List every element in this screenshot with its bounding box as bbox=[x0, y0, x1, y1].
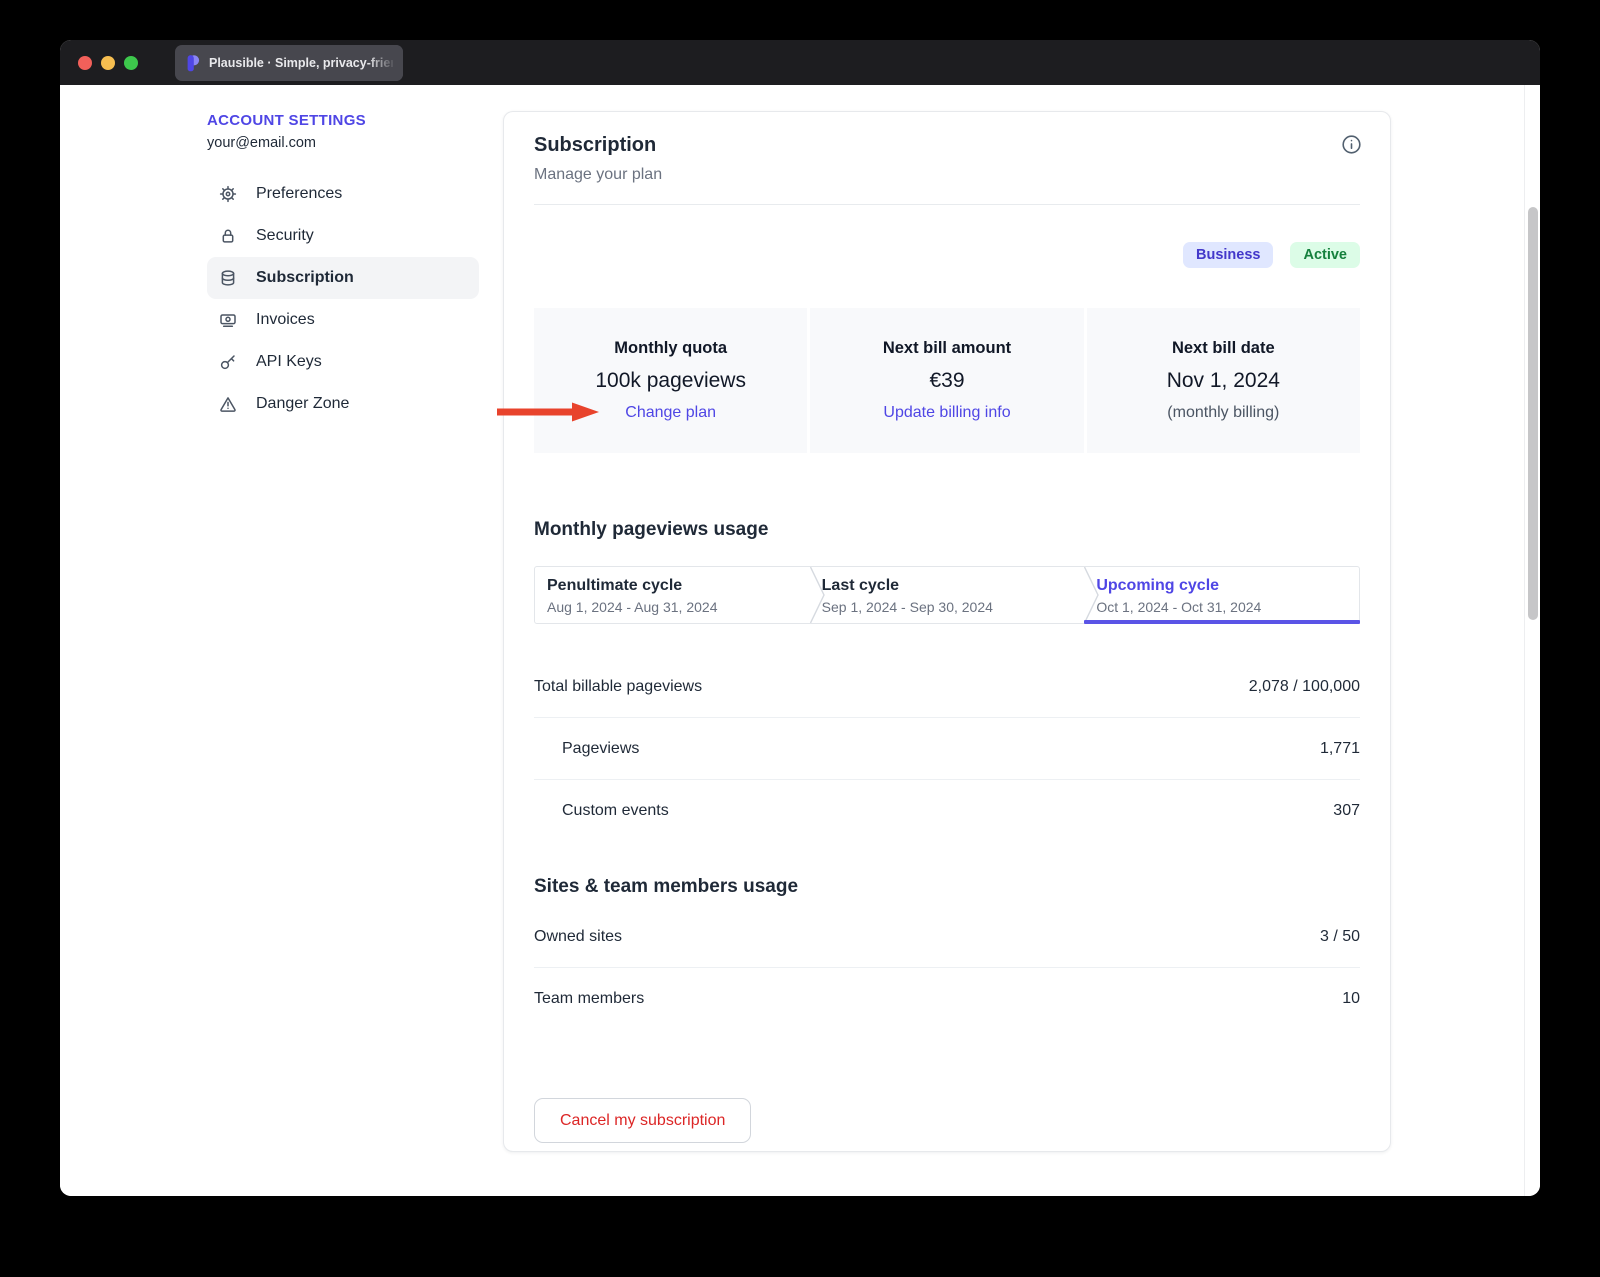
sidebar-item-preferences[interactable]: Preferences bbox=[207, 173, 479, 215]
stat-value: Nov 1, 2024 bbox=[1167, 369, 1280, 393]
stat-value: 100k pageviews bbox=[595, 369, 746, 393]
account-settings-sidebar: ACCOUNT SETTINGS your@email.com Preferen… bbox=[207, 112, 479, 425]
window-titlebar: Plausible · Simple, privacy-frien bbox=[60, 40, 1540, 85]
stat-next-bill-date: Next bill date Nov 1, 2024 (monthly bill… bbox=[1087, 308, 1360, 453]
active-tab-underline bbox=[1084, 620, 1360, 624]
scrollbar-gutter-divider bbox=[1524, 85, 1525, 1196]
row-label: Custom events bbox=[562, 802, 669, 820]
cycle-tab-range: Oct 1, 2024 - Oct 31, 2024 bbox=[1096, 599, 1359, 615]
minimize-window-button[interactable] bbox=[101, 56, 115, 70]
cancel-subscription-button[interactable]: Cancel my subscription bbox=[534, 1098, 751, 1143]
traffic-lights bbox=[78, 56, 138, 70]
sidebar-item-label: Invoices bbox=[256, 311, 315, 329]
tab-penultimate-cycle[interactable]: Penultimate cycle Aug 1, 2024 - Aug 31, … bbox=[535, 567, 810, 623]
row-value: 10 bbox=[1342, 990, 1360, 1008]
stat-next-bill-amount: Next bill amount €39 Update billing info bbox=[810, 308, 1083, 453]
zoom-window-button[interactable] bbox=[124, 56, 138, 70]
cycle-tab-label: Last cycle bbox=[822, 577, 1085, 595]
tab-upcoming-cycle[interactable]: Upcoming cycle Oct 1, 2024 - Oct 31, 202… bbox=[1084, 567, 1359, 623]
sidebar-item-label: API Keys bbox=[256, 353, 322, 371]
key-icon bbox=[219, 353, 237, 371]
tab-last-cycle[interactable]: Last cycle Sep 1, 2024 - Sep 30, 2024 bbox=[810, 567, 1085, 623]
row-label: Total billable pageviews bbox=[534, 678, 702, 696]
stat-monthly-quota: Monthly quota 100k pageviews Change plan bbox=[534, 308, 807, 453]
billing-cycle-note: (monthly billing) bbox=[1167, 404, 1279, 422]
sidebar-item-label: Security bbox=[256, 227, 314, 245]
sidebar-title: ACCOUNT SETTINGS bbox=[207, 112, 479, 129]
update-billing-link[interactable]: Update billing info bbox=[883, 404, 1010, 422]
stat-label: Monthly quota bbox=[614, 339, 727, 358]
row-value: 307 bbox=[1333, 802, 1360, 820]
sites-usage-heading: Sites & team members usage bbox=[534, 876, 1360, 898]
billing-cycle-tabs: Penultimate cycle Aug 1, 2024 - Aug 31, … bbox=[534, 566, 1360, 624]
warning-icon bbox=[219, 395, 237, 413]
cycle-tab-range: Sep 1, 2024 - Sep 30, 2024 bbox=[822, 599, 1085, 615]
browser-tab[interactable]: Plausible · Simple, privacy-frien bbox=[175, 45, 403, 81]
panel-subtitle: Manage your plan bbox=[534, 166, 1360, 184]
scrollbar-thumb[interactable] bbox=[1528, 207, 1538, 620]
account-email: your@email.com bbox=[207, 135, 479, 151]
subscription-panel: Subscription Manage your plan Business A… bbox=[503, 111, 1391, 1152]
sidebar-item-label: Subscription bbox=[256, 269, 354, 287]
row-value: 2,078 / 100,000 bbox=[1249, 678, 1360, 696]
billing-stats: Monthly quota 100k pageviews Change plan… bbox=[534, 308, 1360, 453]
sidebar-nav: Preferences Security bbox=[207, 173, 479, 425]
plan-badge: Business bbox=[1183, 242, 1273, 268]
row-label: Pageviews bbox=[562, 740, 639, 758]
cycle-tab-label: Penultimate cycle bbox=[547, 577, 810, 595]
sidebar-item-danger-zone[interactable]: Danger Zone bbox=[207, 383, 479, 425]
page-content: ACCOUNT SETTINGS your@email.com Preferen… bbox=[60, 85, 1540, 1196]
sidebar-item-label: Preferences bbox=[256, 185, 342, 203]
header-divider bbox=[534, 204, 1360, 205]
pageviews-usage-heading: Monthly pageviews usage bbox=[534, 519, 1360, 541]
table-row: Pageviews 1,771 bbox=[534, 718, 1360, 780]
table-row: Custom events 307 bbox=[534, 780, 1360, 842]
pageviews-usage-table: Total billable pageviews 2,078 / 100,000… bbox=[534, 656, 1360, 842]
tab-title: Plausible · Simple, privacy-frien bbox=[209, 56, 393, 70]
sidebar-item-security[interactable]: Security bbox=[207, 215, 479, 257]
sites-usage-table: Owned sites 3 / 50 Team members 10 bbox=[534, 906, 1360, 1030]
table-row: Total billable pageviews 2,078 / 100,000 bbox=[534, 656, 1360, 718]
row-label: Owned sites bbox=[534, 928, 622, 946]
gear-icon bbox=[219, 185, 237, 203]
database-icon bbox=[219, 269, 237, 287]
plan-badges: Business Active bbox=[534, 242, 1360, 268]
banknote-icon bbox=[219, 311, 237, 329]
stat-label: Next bill amount bbox=[883, 339, 1011, 358]
stat-value: €39 bbox=[929, 369, 964, 393]
cycle-tab-range: Aug 1, 2024 - Aug 31, 2024 bbox=[547, 599, 810, 615]
row-value: 1,771 bbox=[1320, 740, 1360, 758]
status-badge: Active bbox=[1290, 242, 1360, 268]
row-value: 3 / 50 bbox=[1320, 928, 1360, 946]
table-row: Owned sites 3 / 50 bbox=[534, 906, 1360, 968]
lock-icon bbox=[219, 227, 237, 245]
plausible-logo-icon bbox=[185, 54, 200, 72]
stat-label: Next bill date bbox=[1172, 339, 1275, 358]
cycle-tab-label: Upcoming cycle bbox=[1096, 577, 1359, 595]
panel-title: Subscription bbox=[534, 112, 1360, 157]
browser-window: Plausible · Simple, privacy-frien ACCOUN… bbox=[60, 40, 1540, 1196]
info-icon[interactable] bbox=[1341, 134, 1362, 155]
sidebar-item-invoices[interactable]: Invoices bbox=[207, 299, 479, 341]
table-row: Team members 10 bbox=[534, 968, 1360, 1030]
row-label: Team members bbox=[534, 990, 644, 1008]
sidebar-item-subscription[interactable]: Subscription bbox=[207, 257, 479, 299]
sidebar-item-api-keys[interactable]: API Keys bbox=[207, 341, 479, 383]
sidebar-item-label: Danger Zone bbox=[256, 395, 349, 413]
change-plan-link[interactable]: Change plan bbox=[625, 404, 716, 422]
close-window-button[interactable] bbox=[78, 56, 92, 70]
